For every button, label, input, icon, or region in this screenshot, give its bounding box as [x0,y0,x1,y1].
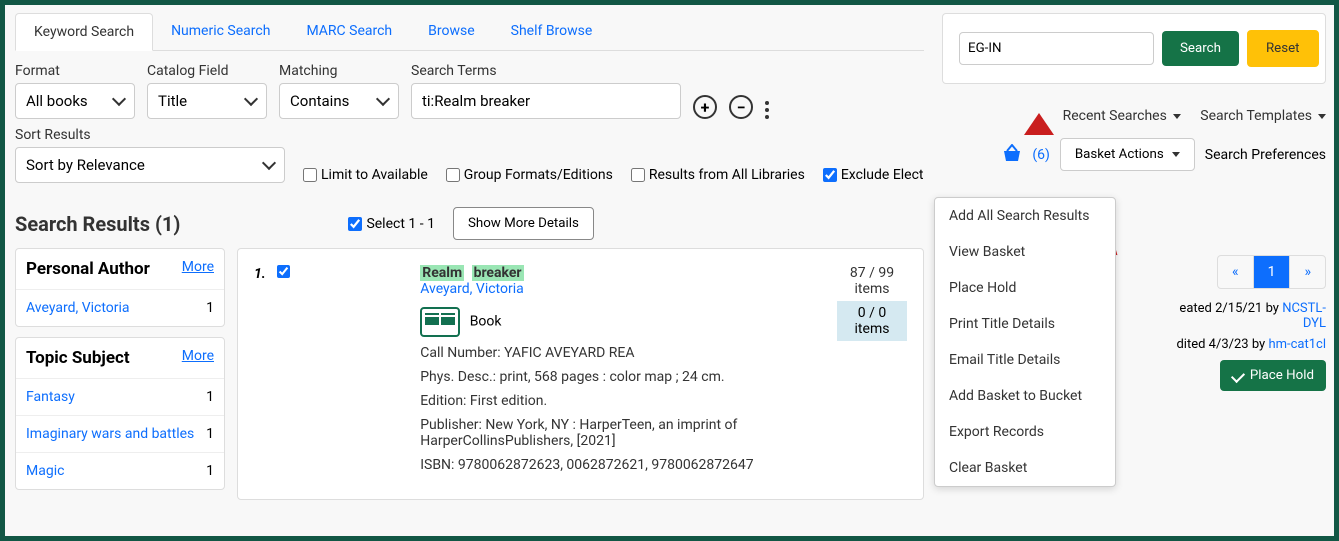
remove-row-icon[interactable]: − [729,95,753,119]
result-index: 1. [254,266,266,282]
result-items-counts: 87 / 99 items 0 / 0 items [837,265,907,483]
sort-label: Sort Results [15,127,285,143]
search-tabs: Keyword Search Numeric Search MARC Searc… [15,13,924,51]
dropdown-clear[interactable]: Clear Basket [935,450,1115,486]
facet-ts-count: 1 [206,389,214,405]
search-terms-input[interactable] [411,83,681,119]
facet-ts-heading: Topic Subject [26,348,130,368]
annotation-arrow-icon [1024,113,1054,135]
dropdown-export[interactable]: Export Records [935,414,1115,450]
check-icon [1231,368,1245,382]
created-by-link[interactable]: NCSTL-DYL [1282,301,1326,331]
result-checkbox[interactable] [277,265,290,278]
search-templates-link[interactable]: Search Templates [1200,100,1326,132]
catalog-field-label: Catalog Field [147,63,267,79]
facet-pa-item[interactable]: Aveyard, Victoria [26,300,130,316]
facet-personal-author: Personal Author More Aveyard, Victoria 1 [15,248,225,327]
kebab-menu-icon[interactable] [765,101,769,119]
edited-by-link[interactable]: hm-cat1cl [1268,337,1326,352]
matching-select[interactable]: Contains [279,83,399,119]
basket-count[interactable]: (6) [1032,147,1050,163]
quick-search-box: Search Reset [942,13,1326,84]
limit-available-checkbox[interactable]: Limit to Available [303,167,428,183]
matching-label: Matching [279,63,399,79]
tab-marc[interactable]: MARC Search [288,13,410,50]
facet-pa-count: 1 [206,300,214,316]
exclude-elec-checkbox[interactable]: Exclude Elect [823,167,924,183]
show-more-details-button[interactable]: Show More Details [453,207,594,240]
add-row-icon[interactable]: + [693,95,717,119]
result-author-link[interactable]: Aveyard, Victoria [420,281,524,297]
facet-ts-item[interactable]: Fantasy [26,389,75,405]
tab-browse[interactable]: Browse [410,13,492,50]
results-heading: Search Results (1) [15,212,180,236]
page-current[interactable]: 1 [1253,256,1290,288]
result-format: Book [470,314,502,330]
result-title[interactable]: Realm breaker [420,265,817,281]
reset-button[interactable]: Reset [1247,30,1319,67]
facet-pa-heading: Personal Author [26,259,150,279]
select-all-checkbox[interactable]: Select 1 - 1 [348,216,435,232]
search-button[interactable]: Search [1162,31,1239,66]
dropdown-add-bucket[interactable]: Add Basket to Bucket [935,378,1115,414]
search-preferences-link[interactable]: Search Preferences [1205,147,1326,163]
facet-pa-more-link[interactable]: More [182,259,214,279]
basket-actions-dropdown: Add All Search Results View Basket Place… [934,197,1116,487]
pagination: « 1 » [1217,255,1326,289]
result-metadata: eated 2/15/21 by NCSTL-DYL dited 4/3/23 … [1171,301,1326,391]
place-hold-button[interactable]: Place Hold [1220,360,1326,391]
search-terms-label: Search Terms [411,63,681,79]
dropdown-view-basket[interactable]: View Basket [935,234,1115,270]
page-next[interactable]: » [1289,256,1325,288]
tab-numeric[interactable]: Numeric Search [153,13,288,50]
dropdown-add-all[interactable]: Add All Search Results [935,198,1115,234]
book-icon [420,307,460,337]
basket-icon[interactable] [1002,144,1022,166]
facet-ts-item[interactable]: Magic [26,463,64,479]
sort-select[interactable]: Sort by Relevance [15,147,285,183]
tab-keyword[interactable]: Keyword Search [15,13,153,51]
dropdown-print-details[interactable]: Print Title Details [935,306,1115,342]
facet-ts-item[interactable]: Imaginary wars and battles [26,426,194,442]
page-prev[interactable]: « [1218,256,1253,288]
dropdown-place-hold[interactable]: Place Hold [935,270,1115,306]
tab-shelf[interactable]: Shelf Browse [493,13,611,50]
facet-ts-count: 1 [206,463,214,479]
search-result-row: 1. Realm breaker Aveyard, Victoria Book … [237,248,924,500]
recent-searches-link[interactable]: Recent Searches [1063,100,1181,132]
facet-ts-more-link[interactable]: More [182,348,214,368]
basket-actions-button[interactable]: Basket Actions [1060,138,1195,171]
quick-search-input[interactable] [959,32,1154,65]
facet-ts-count: 1 [206,426,214,442]
format-label: Format [15,63,135,79]
dropdown-email-details[interactable]: Email Title Details [935,342,1115,378]
group-formats-checkbox[interactable]: Group Formats/Editions [446,167,613,183]
catalog-field-select[interactable]: Title [147,83,267,119]
results-all-checkbox[interactable]: Results from All Libraries [631,167,805,183]
facet-topic-subject: Topic Subject More Fantasy 1 Imaginary w… [15,337,225,490]
format-select[interactable]: All books [15,83,135,119]
